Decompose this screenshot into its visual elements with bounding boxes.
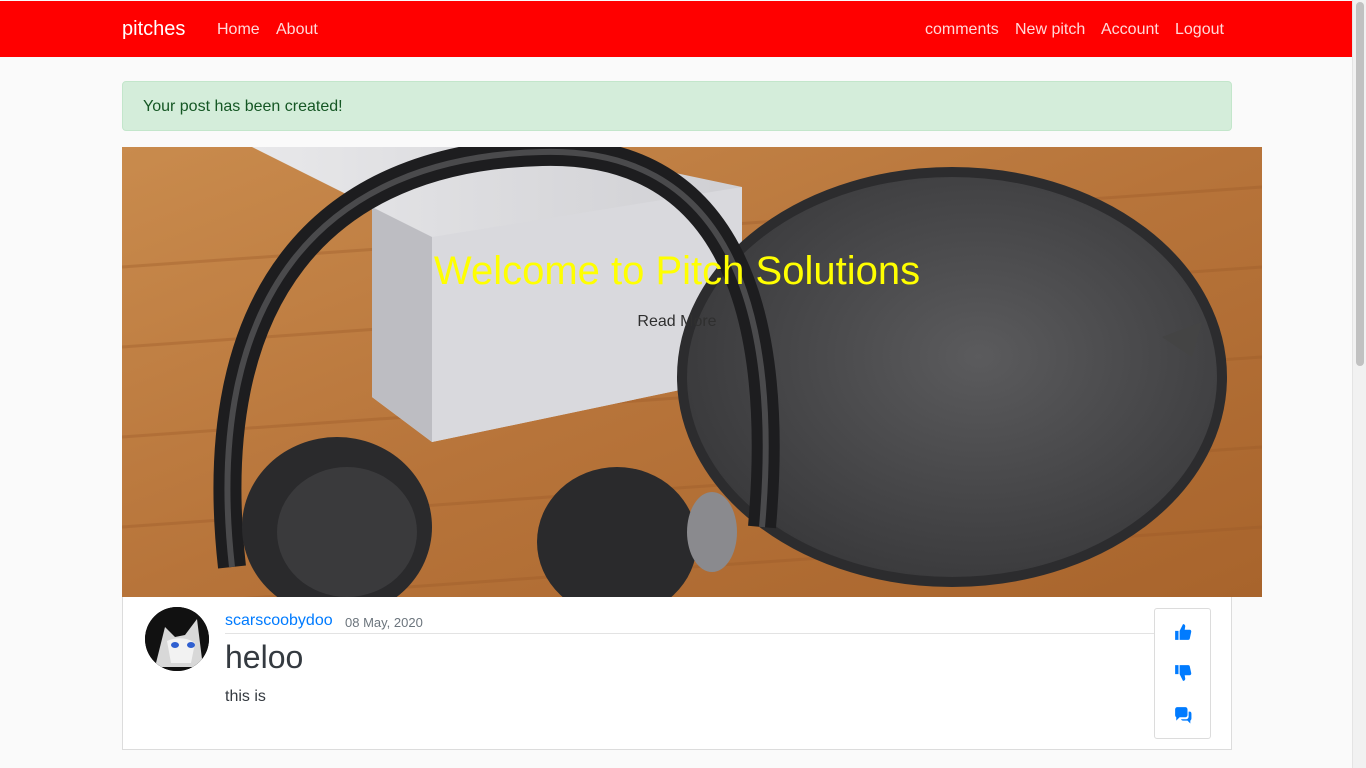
cat-avatar-image <box>145 607 209 671</box>
success-alert: Your post has been created! <box>122 81 1232 131</box>
avatar[interactable] <box>145 607 209 671</box>
author-link[interactable]: scarscoobydoo <box>225 612 333 630</box>
post-title: heloo <box>225 639 304 675</box>
comments-icon[interactable] <box>1174 706 1192 724</box>
nav-home-link[interactable]: Home <box>217 20 260 40</box>
navbar: pitches Home About comments New pitch Ac… <box>0 1 1353 57</box>
thumbs-down-icon[interactable] <box>1174 664 1192 682</box>
nav-about-link[interactable]: About <box>276 20 318 40</box>
nav-new-pitch-link[interactable]: New pitch <box>1015 20 1085 40</box>
hero-banner: Welcome to Pitch Solutions Read More <box>122 147 1262 597</box>
post-date: 08 May, 2020 <box>345 615 423 630</box>
post-actions <box>1154 608 1211 739</box>
nav-comments-link[interactable]: comments <box>925 20 999 40</box>
nav-logout-link[interactable]: Logout <box>1175 20 1224 40</box>
read-more-link[interactable]: Read More <box>122 312 1232 332</box>
page-scrollbar[interactable] <box>1352 0 1366 768</box>
thumbs-up-icon[interactable] <box>1174 623 1192 641</box>
hero-title: Welcome to Pitch Solutions <box>433 249 921 293</box>
post-body: this is <box>225 688 266 705</box>
alert-message: Your post has been created! <box>143 98 343 115</box>
headphones-photo <box>122 147 1262 597</box>
post-card: scarscoobydoo 08 May, 2020 heloo this is <box>122 597 1232 750</box>
scrollbar-thumb[interactable] <box>1356 2 1364 366</box>
divider <box>225 633 1155 634</box>
nav-account-link[interactable]: Account <box>1101 20 1159 40</box>
page: pitches Home About comments New pitch Ac… <box>0 0 1366 768</box>
brand-link[interactable]: pitches <box>122 17 185 41</box>
